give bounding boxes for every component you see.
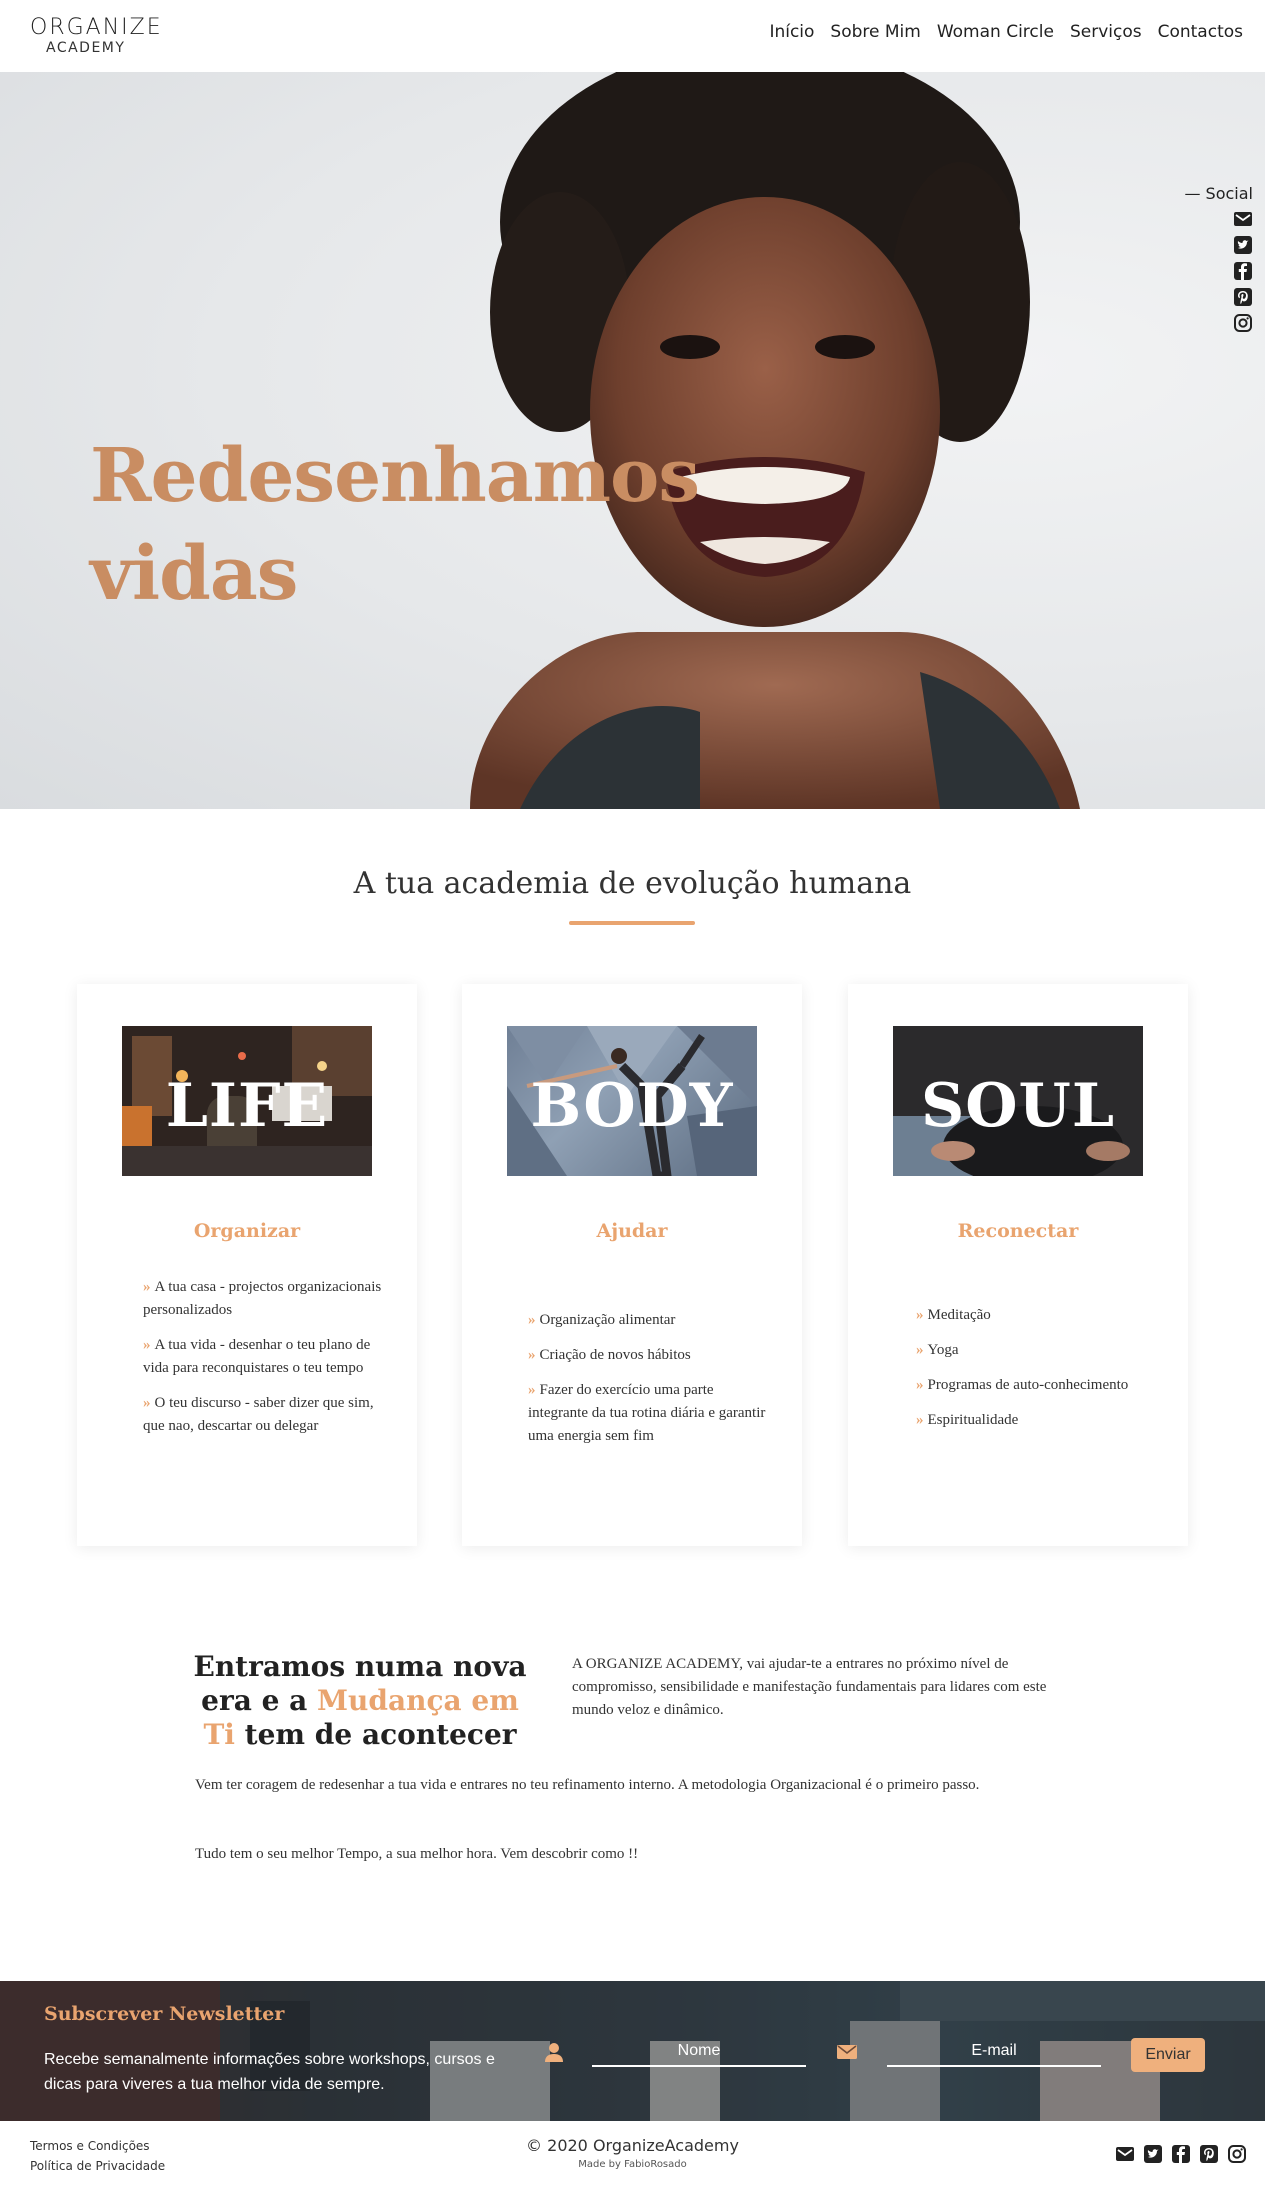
- envelope-icon: [837, 2045, 857, 2059]
- card-title-soul: Reconectar: [957, 1220, 1079, 1242]
- chevron-right-icon: »: [528, 1312, 536, 1328]
- card-image-word-soul: SOUL: [920, 1071, 1116, 1141]
- card-image-body: BODY: [507, 1026, 757, 1176]
- card-soul: SOUL Reconectar » Meditação » Yoga » Progra…: [848, 984, 1188, 1546]
- list-item: » Yoga: [916, 1342, 959, 1358]
- chevron-right-icon: »: [916, 1377, 924, 1393]
- section-title: A tua academia de evolução humana: [353, 866, 912, 901]
- list-item: » Meditação: [916, 1307, 991, 1323]
- logo-line2: ACADEMY: [46, 40, 126, 56]
- newsletter-send-button[interactable]: Enviar: [1131, 2038, 1205, 2072]
- card-image-word-body: BODY: [530, 1071, 734, 1141]
- logo-line1: ORGANIZE: [30, 15, 163, 40]
- nav-item-sobre-mim[interactable]: Sobre Mim: [830, 22, 920, 42]
- card-list-life: » A tua casa - projectos organizacionais …: [143, 1276, 383, 1450]
- footer-center: © 2020 OrganizeAcademy Made by FabioRosa…: [0, 2136, 1265, 2170]
- card-list-soul: » Meditação » Yoga » Programas de auto-conh…: [916, 1304, 1156, 1444]
- card-image-life: LIFE: [122, 1026, 372, 1176]
- card-image-soul: SOUL: [893, 1026, 1143, 1176]
- copyright: © 2020 OrganizeAcademy: [526, 2136, 739, 2155]
- newsletter-email-field[interactable]: [887, 2037, 1101, 2067]
- mission-heading: Entramos numa nova era e a Mudança em Ti…: [193, 1650, 527, 1751]
- logo[interactable]: ORGANIZE ACADEMY: [30, 17, 170, 57]
- card-body: BODY Ajudar » Organização alimentar » Cria…: [462, 984, 802, 1546]
- footer-social: [1115, 2144, 1247, 2164]
- chevron-right-icon: »: [143, 1279, 151, 1295]
- mission-paragraph-2: Tudo tem o seu melhor Tempo, a sua melho…: [195, 1846, 639, 1862]
- list-item: » Fazer do exercício uma parte integrante…: [528, 1382, 766, 1444]
- newsletter-title: Subscrever Newsletter: [44, 2003, 285, 2025]
- main-menu: Início Sobre Mim Woman Circle Serviços C…: [769, 22, 1243, 42]
- instagram-icon[interactable]: [1233, 313, 1253, 333]
- list-item: » Criação de novos hábitos: [528, 1347, 691, 1363]
- card-image-word-life: LIFE: [165, 1071, 329, 1141]
- email-icon[interactable]: [1233, 209, 1253, 229]
- top-navbar: ORGANIZE ACADEMY Início Sobre Mim Woman …: [0, 0, 1265, 72]
- twitter-icon[interactable]: [1143, 2144, 1163, 2164]
- chevron-right-icon: »: [143, 1337, 151, 1353]
- section-divider: [569, 921, 695, 925]
- nav-item-servicos[interactable]: Serviços: [1070, 22, 1142, 42]
- hero-banner: Redesenhamos vidas — Social: [0, 72, 1265, 809]
- list-item: » O teu discurso - saber dizer que sim, q…: [143, 1395, 374, 1434]
- list-item: » Espiritualidade: [916, 1412, 1019, 1428]
- card-title-body: Ajudar: [596, 1220, 668, 1242]
- hero-title: Redesenhamos vidas: [90, 427, 700, 623]
- twitter-icon[interactable]: [1233, 235, 1253, 255]
- newsletter-section: Subscrever Newsletter Recebe semanalment…: [0, 1981, 1265, 2121]
- list-item: » Programas de auto-conhecimento: [916, 1377, 1129, 1393]
- social-label: — Social: [1184, 184, 1253, 203]
- chevron-right-icon: »: [916, 1412, 924, 1428]
- social-sidebar: — Social: [1184, 184, 1253, 339]
- nav-item-inicio[interactable]: Início: [769, 22, 814, 42]
- chevron-right-icon: »: [143, 1395, 151, 1411]
- made-by: Made by FabioRosado: [578, 2159, 687, 2170]
- list-item: » A tua casa - projectos organizacionais …: [143, 1279, 382, 1318]
- card-list-body: » Organização alimentar » Criação de novos…: [528, 1309, 768, 1460]
- chevron-right-icon: »: [528, 1347, 536, 1363]
- facebook-icon[interactable]: [1233, 261, 1253, 281]
- instagram-icon[interactable]: [1227, 2144, 1247, 2164]
- chevron-right-icon: »: [916, 1307, 924, 1323]
- mission-paragraph-1: Vem ter coragem de redesenhar a tua vida…: [195, 1777, 980, 1793]
- card-title-life: Organizar: [193, 1220, 301, 1242]
- facebook-icon[interactable]: [1171, 2144, 1191, 2164]
- chevron-right-icon: »: [916, 1342, 924, 1358]
- list-item: » A tua vida - desenhar o teu plano de vi…: [143, 1337, 371, 1376]
- pinterest-icon[interactable]: [1233, 287, 1253, 307]
- email-icon[interactable]: [1115, 2144, 1135, 2164]
- user-icon: [545, 2043, 563, 2062]
- pinterest-icon[interactable]: [1199, 2144, 1219, 2164]
- chevron-right-icon: »: [528, 1382, 536, 1398]
- newsletter-name-field[interactable]: [592, 2037, 806, 2067]
- newsletter-description: Recebe semanalmente informações sobre wo…: [44, 2051, 495, 2093]
- nav-item-contactos[interactable]: Contactos: [1158, 22, 1243, 42]
- nav-item-woman-circle[interactable]: Woman Circle: [937, 22, 1054, 42]
- list-item: » Organização alimentar: [528, 1312, 676, 1328]
- hero-title-line2: vidas: [90, 531, 298, 617]
- hero-title-line1: Redesenhamos: [90, 433, 700, 519]
- mission-intro-text: A ORGANIZE ACADEMY, vai ajudar-te a entr…: [572, 1656, 1047, 1718]
- card-life: LIFE Organizar » A tua casa - projectos o…: [77, 984, 417, 1546]
